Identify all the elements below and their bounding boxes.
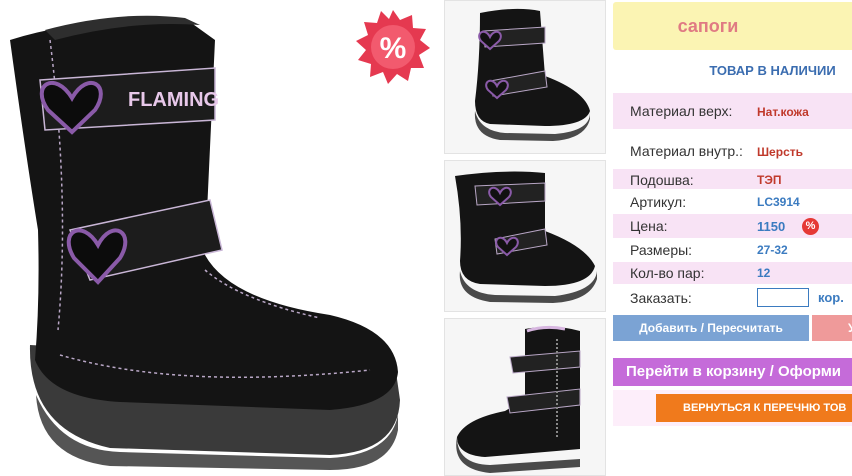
go-to-cart-button[interactable]: Перейти в корзину / Оформи — [613, 358, 852, 386]
detail-label: Цена: — [630, 218, 668, 234]
detail-value: 12 — [757, 266, 771, 280]
back-to-list-button[interactable]: ВЕРНУТЬСЯ К ПЕРЕЧНЮ ТОВ — [641, 394, 852, 422]
price-value: 1150 — [757, 219, 786, 234]
detail-row-pairs: Кол-во пар: 12 — [613, 262, 852, 284]
detail-label: Размеры: — [630, 242, 693, 258]
detail-value: ТЭП — [757, 173, 782, 187]
brand-text: FLAMING — [128, 89, 219, 111]
order-unit: кор. — [818, 290, 844, 305]
detail-value: Нат.кожа — [757, 105, 809, 119]
detail-row-sizes: Размеры: 27-32 — [613, 239, 852, 261]
order-label: Заказать: — [630, 290, 692, 306]
stock-status: ТОВАР В НАЛИЧИИ — [709, 63, 836, 78]
sale-badge: % — [356, 10, 430, 84]
back-to-list-bar: ВЕРНУТЬСЯ К ПЕРЕЧНЮ ТОВ — [613, 390, 852, 426]
order-row: Заказать: — [613, 286, 852, 310]
sale-percent-symbol: % — [380, 32, 407, 65]
detail-label: Материал внутр.: — [630, 143, 743, 159]
detail-row-price: Цена: 1150 % — [613, 214, 852, 238]
detail-label: Материал верх: — [630, 103, 733, 119]
detail-value: Шерсть — [757, 145, 803, 159]
detail-label: Артикул: — [630, 194, 687, 210]
thumbnail-1[interactable] — [444, 0, 606, 154]
detail-row-article: Артикул: LC3914 — [613, 191, 852, 213]
delete-button[interactable]: У — [812, 315, 852, 341]
detail-row-upper-material: Материал верх: Нат.кожа — [613, 93, 852, 129]
thumbnail-3[interactable] — [444, 318, 606, 476]
thumbnail-2[interactable] — [444, 160, 606, 312]
detail-row-inner-material: Материал внутр.: Шерсть — [613, 134, 852, 168]
order-quantity-input[interactable] — [757, 288, 809, 307]
add-recalculate-button[interactable]: Добавить / Пересчитать — [613, 315, 809, 341]
detail-label: Подошва: — [630, 172, 694, 188]
detail-value: LC3914 — [757, 195, 800, 209]
price-discount-icon: % — [802, 218, 819, 235]
detail-value: 27-32 — [757, 243, 788, 257]
detail-row-sole: Подошва: ТЭП — [613, 169, 852, 189]
detail-label: Кол-во пар: — [630, 265, 705, 281]
product-title: сапоги — [613, 2, 852, 50]
